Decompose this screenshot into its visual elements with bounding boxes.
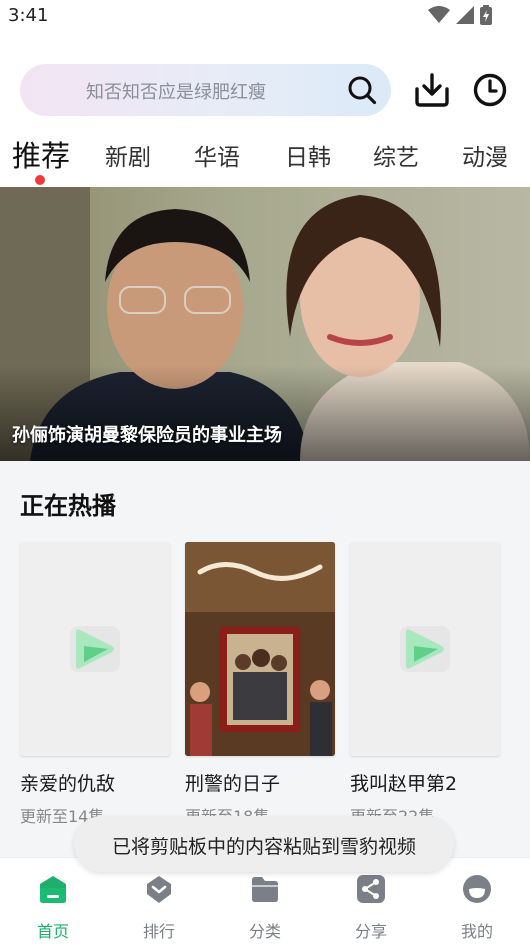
banner-image bbox=[0, 187, 530, 461]
card-title-3[interactable]: 我叫赵甲第2 bbox=[350, 769, 457, 796]
status-time: 3:41 bbox=[8, 5, 49, 26]
toast-text: 已将剪贴板中的内容粘贴到雪豹视频 bbox=[111, 836, 416, 858]
home-icon bbox=[40, 876, 66, 903]
search-placeholder: 知否知否应是绿肥红瘦 bbox=[86, 82, 266, 103]
nav-category-label: 分类 bbox=[248, 922, 281, 941]
card-title-2[interactable]: 刑警的日子 bbox=[185, 769, 280, 796]
ranking-icon bbox=[147, 876, 171, 903]
nav-profile[interactable]: 我的 bbox=[424, 858, 530, 949]
tab-chinese[interactable]: 华语 bbox=[194, 138, 240, 172]
wifi-icon bbox=[428, 6, 450, 23]
card-poster-2[interactable] bbox=[185, 542, 335, 756]
search-input[interactable]: 知否知否应是绿肥红瘦 bbox=[20, 64, 391, 116]
share-icon bbox=[357, 875, 385, 903]
tab-recommend[interactable]: 推荐 bbox=[12, 133, 70, 175]
status-bar: 3:41 bbox=[0, 0, 530, 34]
signal-icon bbox=[456, 6, 474, 24]
card-poster-1[interactable] bbox=[20, 542, 170, 756]
nav-profile-label: 我的 bbox=[460, 922, 493, 941]
card-poster-3[interactable] bbox=[350, 542, 500, 756]
clipboard-toast: 已将剪贴板中的内容粘贴到雪豹视频 bbox=[74, 816, 454, 872]
tab-variety[interactable]: 综艺 bbox=[373, 138, 419, 172]
nav-home-label: 首页 bbox=[36, 922, 69, 941]
category-tabs: 推荐 新剧 华语 日韩 综艺 动漫 bbox=[0, 130, 530, 186]
status-icons bbox=[428, 5, 492, 25]
tab-new-drama[interactable]: 新剧 bbox=[105, 138, 151, 172]
history-icon[interactable] bbox=[472, 72, 508, 108]
battery-icon bbox=[480, 5, 492, 25]
placeholder-logo-icon bbox=[70, 626, 120, 672]
nav-ranking-label: 排行 bbox=[142, 922, 175, 941]
card-title-1[interactable]: 亲爱的仇敌 bbox=[20, 769, 115, 796]
search-icon[interactable] bbox=[347, 75, 377, 105]
tab-japan-korea[interactable]: 日韩 bbox=[285, 138, 331, 172]
download-icon[interactable] bbox=[414, 72, 450, 108]
nav-home[interactable]: 首页 bbox=[0, 858, 106, 949]
featured-banner[interactable]: 孙俪饰演胡曼黎保险员的事业主场 bbox=[0, 187, 530, 461]
section-title: 正在热播 bbox=[20, 492, 116, 520]
nav-share-label: 分享 bbox=[354, 922, 387, 941]
banner-caption: 孙俪饰演胡曼黎保险员的事业主场 bbox=[12, 425, 282, 446]
folder-icon bbox=[252, 877, 278, 902]
placeholder-logo-icon bbox=[400, 626, 450, 672]
tab-anime[interactable]: 动漫 bbox=[462, 138, 508, 172]
profile-icon bbox=[463, 875, 491, 903]
poster-image bbox=[185, 542, 335, 756]
active-tab-indicator bbox=[35, 175, 45, 185]
